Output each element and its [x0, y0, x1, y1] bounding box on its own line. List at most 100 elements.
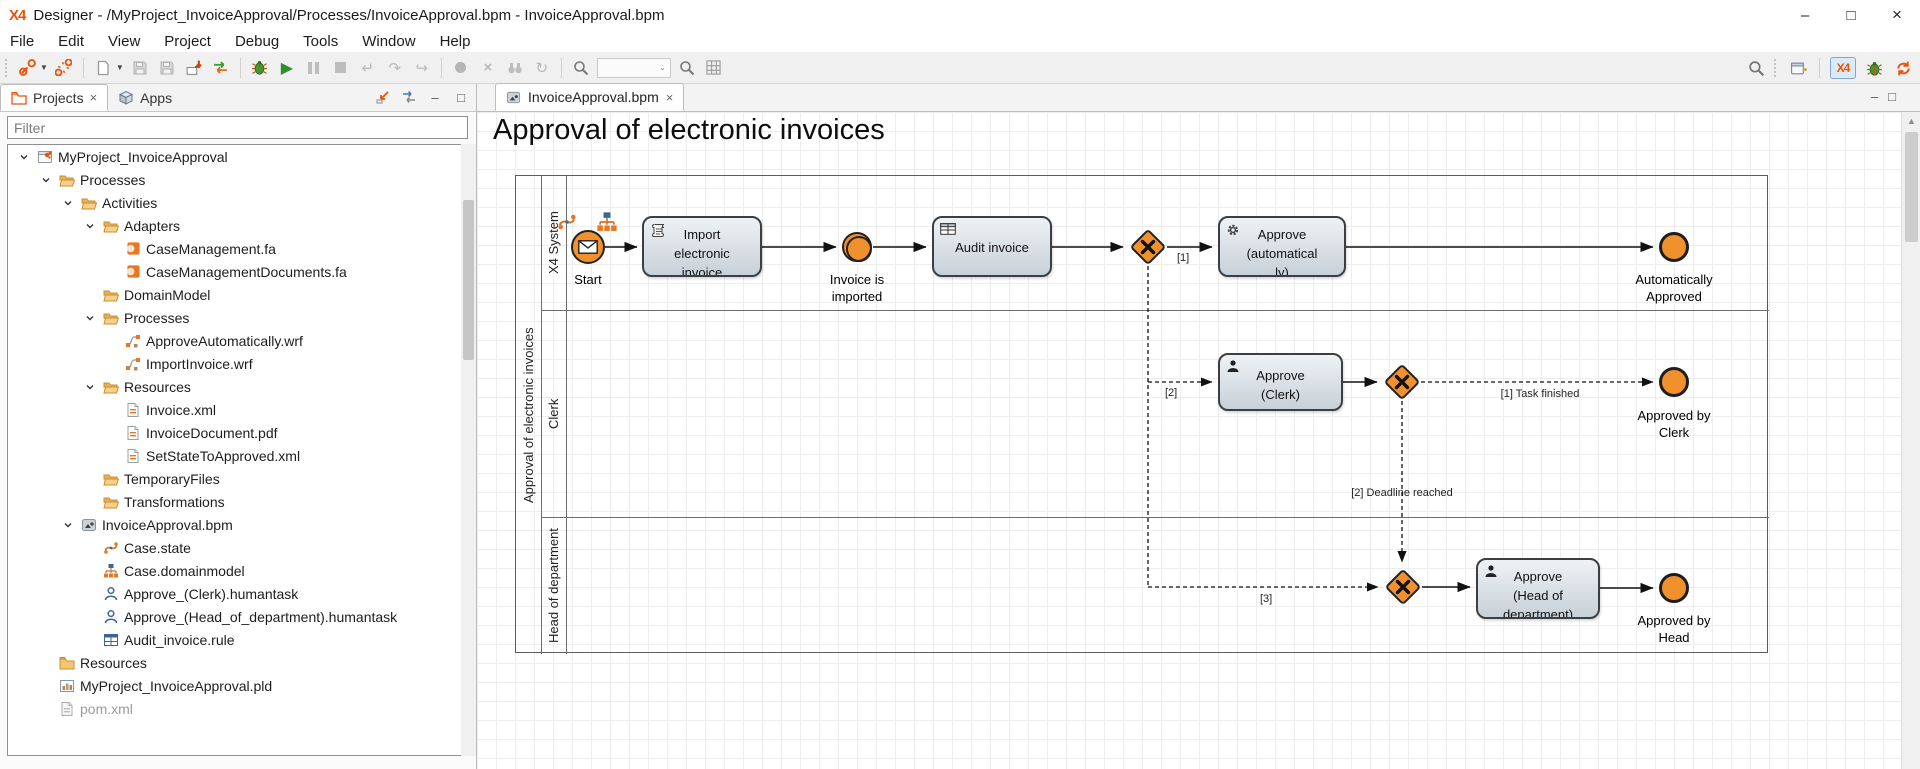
tree-item-pom-xml[interactable]: pom.xml: [8, 697, 467, 720]
record-icon[interactable]: [450, 57, 472, 79]
resume-icon[interactable]: ↻: [531, 57, 553, 79]
disconnect-icon[interactable]: [53, 57, 75, 79]
grid-icon[interactable]: [703, 57, 725, 79]
zoom-level-combo[interactable]: ⌄: [597, 58, 671, 78]
x4-perspective-button[interactable]: X4: [1830, 57, 1856, 79]
tree-item-invoice-xml[interactable]: Invoice.xml: [8, 398, 467, 421]
start-event[interactable]: [571, 230, 605, 264]
filter-input[interactable]: [7, 116, 468, 139]
scroll-up-icon[interactable]: ▲: [1902, 112, 1920, 130]
menu-file[interactable]: File: [0, 33, 46, 50]
connect-dropdown-icon[interactable]: ▼: [40, 63, 48, 72]
tree-item-transformations[interactable]: Transformations: [8, 490, 467, 513]
terminate-icon[interactable]: ×: [477, 57, 499, 79]
menu-edit[interactable]: Edit: [46, 33, 96, 50]
tree-item-temporaryfiles[interactable]: TemporaryFiles: [8, 467, 467, 490]
clerk-approved-end-event[interactable]: [1659, 367, 1689, 397]
tab-invoiceapproval-bpm[interactable]: InvoiceApproval.bpm ×: [495, 83, 684, 111]
menu-tools[interactable]: Tools: [291, 33, 350, 50]
tree-scrollbar[interactable]: [461, 144, 476, 756]
task-audit-invoice[interactable]: Audit invoice: [932, 216, 1052, 277]
tree-item-casemanagement-fa[interactable]: CaseManagement.fa: [8, 237, 467, 260]
stop-icon[interactable]: [330, 57, 352, 79]
tab-apps[interactable]: Apps: [108, 84, 182, 111]
x4-sync-icon[interactable]: [1892, 57, 1914, 79]
tree-item-case-state[interactable]: Case.state: [8, 536, 467, 559]
task-approve-head[interactable]: Approve(Head ofdepartment): [1476, 558, 1600, 619]
binoculars-icon[interactable]: [504, 57, 526, 79]
canvas-scrollbar[interactable]: ▲: [1901, 112, 1920, 769]
tree-item-processes[interactable]: Processes: [8, 168, 467, 191]
tree-item-activities[interactable]: Activities: [8, 191, 467, 214]
tree-item-importinvoice-wrf[interactable]: ImportInvoice.wrf: [8, 352, 467, 375]
pause-icon[interactable]: [303, 57, 325, 79]
tree-item-casemanagementdocuments-fa[interactable]: CaseManagementDocuments.fa: [8, 260, 467, 283]
clerk-gateway[interactable]: [1383, 363, 1421, 401]
deploy-icon[interactable]: [183, 57, 205, 79]
menu-view[interactable]: View: [96, 33, 152, 50]
tab-projects[interactable]: Projects ×: [0, 84, 108, 111]
link-with-editor-icon[interactable]: [400, 88, 418, 106]
editor-maximize-icon[interactable]: □: [1888, 89, 1896, 104]
tree-item-audit-invoice-rule[interactable]: Audit_invoice.rule: [8, 628, 467, 651]
run-icon[interactable]: ▶: [276, 57, 298, 79]
tree-item-myproject[interactable]: MyProject_InvoiceApproval: [8, 145, 467, 168]
tree-item-resources-root[interactable]: Resources: [8, 651, 467, 674]
save-icon[interactable]: [129, 57, 151, 79]
maximize-button[interactable]: □: [1828, 0, 1874, 30]
chevron-down-icon[interactable]: [82, 313, 98, 323]
chevron-down-icon[interactable]: [82, 221, 98, 231]
chevron-down-icon[interactable]: [82, 382, 98, 392]
zoom-in-icon[interactable]: [676, 57, 698, 79]
tree-item-resources[interactable]: Resources: [8, 375, 467, 398]
collapse-all-icon[interactable]: [374, 88, 392, 106]
minimize-button[interactable]: –: [1782, 0, 1828, 30]
open-perspective-icon[interactable]: [1787, 57, 1809, 79]
chevron-down-icon[interactable]: [16, 152, 32, 162]
tree-item-setstatetoapproved-xml[interactable]: SetStateToApproved.xml: [8, 444, 467, 467]
bpm-canvas[interactable]: Approval of electronic invoices Approval…: [477, 112, 1901, 769]
search-icon[interactable]: [1745, 57, 1767, 79]
head-approved-end-event[interactable]: [1659, 573, 1689, 603]
panel-maximize-icon[interactable]: □: [452, 88, 470, 106]
new-file-icon[interactable]: [92, 57, 114, 79]
tree-item-case-domainmodel[interactable]: Case.domainmodel: [8, 559, 467, 582]
step-over-icon[interactable]: ↷: [384, 57, 406, 79]
menu-help[interactable]: Help: [428, 33, 483, 50]
step-into-icon[interactable]: ↵: [357, 57, 379, 79]
auto-approved-end-event[interactable]: [1659, 232, 1689, 262]
split-gateway[interactable]: [1129, 228, 1167, 266]
debug-icon[interactable]: [249, 57, 271, 79]
task-approve-automatically[interactable]: Approve(automatically): [1218, 216, 1346, 277]
sync-icon[interactable]: [210, 57, 232, 79]
case-domainmodel-icon[interactable]: [595, 211, 619, 233]
panel-minimize-icon[interactable]: –: [426, 88, 444, 106]
tree-item-approve-head-humantask[interactable]: Approve_(Head_of_department).humantask: [8, 605, 467, 628]
chevron-down-icon[interactable]: [60, 520, 76, 530]
task-approve-clerk[interactable]: Approve(Clerk): [1218, 353, 1343, 411]
menu-debug[interactable]: Debug: [223, 33, 291, 50]
zoom-out-icon[interactable]: [570, 57, 592, 79]
tab-close-icon[interactable]: ×: [666, 90, 674, 105]
tree-item-approveautomatically-wrf[interactable]: ApproveAutomatically.wrf: [8, 329, 467, 352]
new-file-dropdown-icon[interactable]: ▼: [116, 63, 124, 72]
editor-minimize-icon[interactable]: –: [1871, 89, 1878, 104]
tree-item-invoicedocument-pdf[interactable]: InvoiceDocument.pdf: [8, 421, 467, 444]
tree-item-adapters[interactable]: Adapters: [8, 214, 467, 237]
tree-item-approve-clerk-humantask[interactable]: Approve_(Clerk).humantask: [8, 582, 467, 605]
task-import-invoice[interactable]: Importelectronicinvoice: [642, 216, 762, 277]
canvas-scrollbar-thumb[interactable]: [1905, 132, 1918, 242]
chevron-down-icon[interactable]: [60, 198, 76, 208]
tree-item-invoiceapproval-bpm[interactable]: InvoiceApproval.bpm: [8, 513, 467, 536]
connect-icon[interactable]: [16, 57, 38, 79]
chevron-down-icon[interactable]: [38, 175, 54, 185]
tree-item-processes-sub[interactable]: Processes: [8, 306, 467, 329]
tab-projects-close-icon[interactable]: ×: [90, 90, 98, 105]
menu-window[interactable]: Window: [350, 33, 427, 50]
tree-scrollbar-thumb[interactable]: [463, 200, 474, 360]
merge-gateway[interactable]: [1384, 568, 1422, 606]
invoice-imported-event[interactable]: [842, 232, 872, 262]
save-all-icon[interactable]: [156, 57, 178, 79]
menu-project[interactable]: Project: [152, 33, 223, 50]
tree-item-domainmodel[interactable]: DomainModel: [8, 283, 467, 306]
